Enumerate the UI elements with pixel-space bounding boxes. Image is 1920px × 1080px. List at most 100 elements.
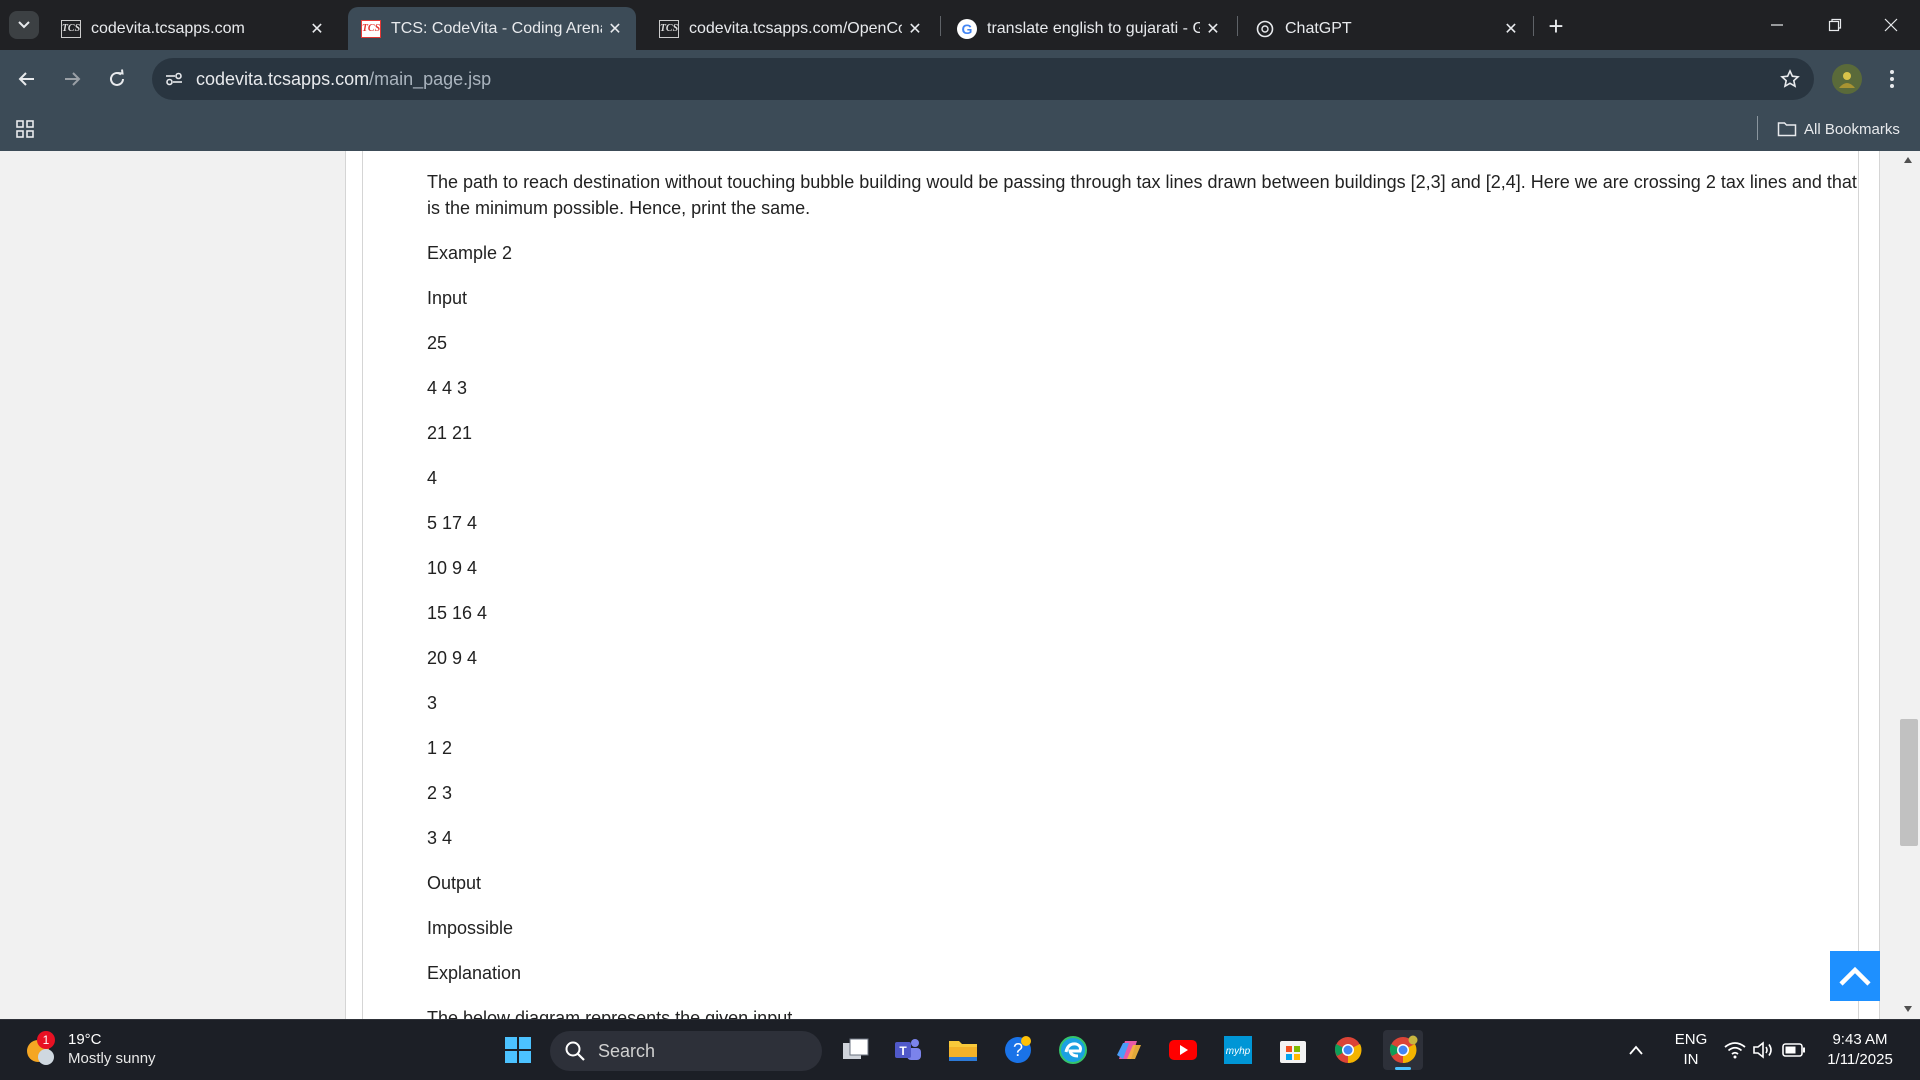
language-line2: IN	[1683, 1051, 1699, 1068]
tab-search-button[interactable]	[9, 11, 39, 39]
myhp-icon[interactable]: myhp	[1218, 1030, 1258, 1070]
problem-paragraph: 3 4	[427, 828, 453, 848]
url-path: /main_page.jsp	[369, 69, 492, 89]
problem-paragraph: 4 4 3	[427, 378, 468, 398]
tab-close-icon[interactable]: ✕	[1200, 16, 1226, 42]
problem-paragraph: 20 9 4	[427, 648, 478, 668]
tab-chatgpt[interactable]: ChatGPT ✕	[1242, 7, 1532, 50]
avatar-icon	[1839, 72, 1855, 88]
url-domain: codevita.tcsapps.com	[196, 69, 370, 89]
back-button[interactable]	[9, 61, 45, 97]
page-viewport: The path to reach destination without to…	[0, 151, 1920, 1019]
edge-icon[interactable]	[1053, 1030, 1093, 1070]
tab-separator	[1533, 16, 1534, 36]
tcs-favicon-icon: TCS	[361, 19, 381, 38]
new-tab-button[interactable]: +	[1540, 10, 1572, 42]
microsoft-store-icon[interactable]	[1273, 1030, 1313, 1070]
folder-icon	[1777, 122, 1797, 137]
forward-button[interactable]	[54, 61, 90, 97]
language-indicator[interactable]: ENG IN	[1668, 1030, 1714, 1070]
minimize-button[interactable]	[1748, 0, 1806, 50]
taskbar-search[interactable]: Search	[550, 1031, 822, 1071]
all-bookmarks-label: All Bookmarks	[1804, 120, 1900, 138]
weather-condition: Mostly sunny	[68, 1050, 156, 1067]
chrome-profile-icon[interactable]	[1383, 1030, 1423, 1070]
system-tray-status[interactable]	[1724, 1020, 1806, 1080]
chevron-down-icon	[18, 21, 30, 29]
clock-time: 9:43 AM	[1832, 1031, 1888, 1048]
bookmarks-separator	[1757, 116, 1758, 140]
bookmarks-bar: All Bookmarks	[0, 108, 1920, 151]
tcs-favicon-icon: TCS	[659, 19, 679, 38]
weather-temperature: 19°C	[68, 1031, 102, 1048]
reload-icon	[110, 69, 124, 86]
tab-title: codevita.tcsapps.com	[91, 19, 245, 37]
arrow-right-icon	[65, 72, 81, 86]
profile-avatar[interactable]	[1832, 64, 1862, 94]
problem-paragraph: 10 9 4	[427, 558, 478, 578]
problem-paragraph: The below diagram represents the given i…	[427, 1008, 793, 1019]
reload-button[interactable]	[99, 61, 135, 97]
taskbar-clock[interactable]: 9:43 AM 1/11/2025	[1812, 1030, 1908, 1070]
problem-paragraph: Input	[427, 288, 468, 308]
youtube-icon[interactable]	[1163, 1030, 1203, 1070]
scroll-to-top-button[interactable]	[1830, 951, 1880, 1001]
problem-statement: The path to reach destination without to…	[427, 169, 1857, 1019]
close-icon	[1884, 18, 1898, 32]
url-text[interactable]: codevita.tcsapps.com/main_page.jsp	[196, 69, 491, 90]
weather-badge: 1	[37, 1031, 55, 1049]
tab-coding-arena[interactable]: TCS TCS: CodeVita - Coding Arena ✕	[348, 7, 636, 50]
tab-codevita-home[interactable]: TCS codevita.tcsapps.com ✕	[48, 7, 338, 50]
weather-widget[interactable]: 1 19°C Mostly sunny	[24, 1028, 156, 1072]
start-button[interactable]	[498, 1030, 538, 1070]
chatgpt-icon	[1255, 19, 1275, 39]
scrollbar-thumb[interactable]	[1900, 719, 1918, 846]
copilot-icon[interactable]	[1108, 1030, 1148, 1070]
teams-icon[interactable]: T	[888, 1030, 928, 1070]
tab-close-icon[interactable]: ✕	[304, 16, 330, 42]
weather-sun-icon: 1	[24, 1031, 58, 1067]
show-hidden-icons-button[interactable]	[1628, 1020, 1644, 1080]
windows-logo-icon	[505, 1037, 531, 1063]
tab-title: ChatGPT	[1285, 19, 1352, 37]
tab-separator	[1237, 16, 1238, 36]
tcs-favicon-icon: TCS	[61, 19, 81, 38]
taskbar-search-placeholder: Search	[598, 1040, 656, 1061]
arrow-left-icon	[18, 72, 34, 86]
tab-close-icon[interactable]: ✕	[602, 16, 628, 42]
chrome-icon[interactable]	[1328, 1030, 1368, 1070]
close-window-button[interactable]	[1862, 0, 1920, 50]
problem-paragraph: Explanation	[427, 963, 522, 983]
wifi-icon	[1724, 1042, 1746, 1059]
problem-paragraph: 25	[427, 333, 448, 353]
vertical-scrollbar[interactable]	[1898, 151, 1920, 1019]
bookmark-star-icon[interactable]	[1778, 67, 1802, 91]
search-icon	[565, 1041, 585, 1061]
scroll-down-arrow-icon[interactable]	[1904, 1006, 1912, 1012]
menu-button[interactable]	[1880, 64, 1904, 94]
active-app-indicator	[1395, 1067, 1411, 1070]
tab-title: translate english to gujarati - Go	[987, 19, 1200, 37]
tab-separator	[940, 16, 941, 36]
chevron-up-icon	[1629, 1045, 1643, 1055]
task-view-icon[interactable]	[836, 1030, 876, 1070]
scroll-up-arrow-icon[interactable]	[1904, 157, 1912, 163]
all-bookmarks-button[interactable]: All Bookmarks	[1777, 116, 1900, 142]
kebab-menu-icon	[1890, 70, 1894, 88]
apps-grid-icon[interactable]	[14, 118, 36, 140]
address-bar[interactable]: codevita.tcsapps.com/main_page.jsp	[152, 58, 1814, 100]
google-icon: G	[957, 18, 977, 39]
site-info-icon[interactable]	[162, 67, 186, 91]
chevron-up-icon	[1839, 966, 1871, 986]
tab-close-icon[interactable]: ✕	[1498, 16, 1524, 42]
tab-title: codevita.tcsapps.com/OpenCode	[689, 19, 902, 37]
minimize-icon	[1771, 24, 1783, 26]
file-explorer-icon[interactable]	[943, 1030, 983, 1070]
tab-close-icon[interactable]: ✕	[902, 16, 928, 42]
tab-opencode[interactable]: TCS codevita.tcsapps.com/OpenCode ✕	[646, 7, 936, 50]
tab-google-translate[interactable]: G translate english to gujarati - Go ✕	[944, 7, 1234, 50]
restore-button[interactable]	[1806, 0, 1864, 50]
clock-date: 1/11/2025	[1827, 1051, 1893, 1068]
help-icon[interactable]: ?	[998, 1030, 1038, 1070]
problem-paragraph: 15 16 4	[427, 603, 488, 623]
